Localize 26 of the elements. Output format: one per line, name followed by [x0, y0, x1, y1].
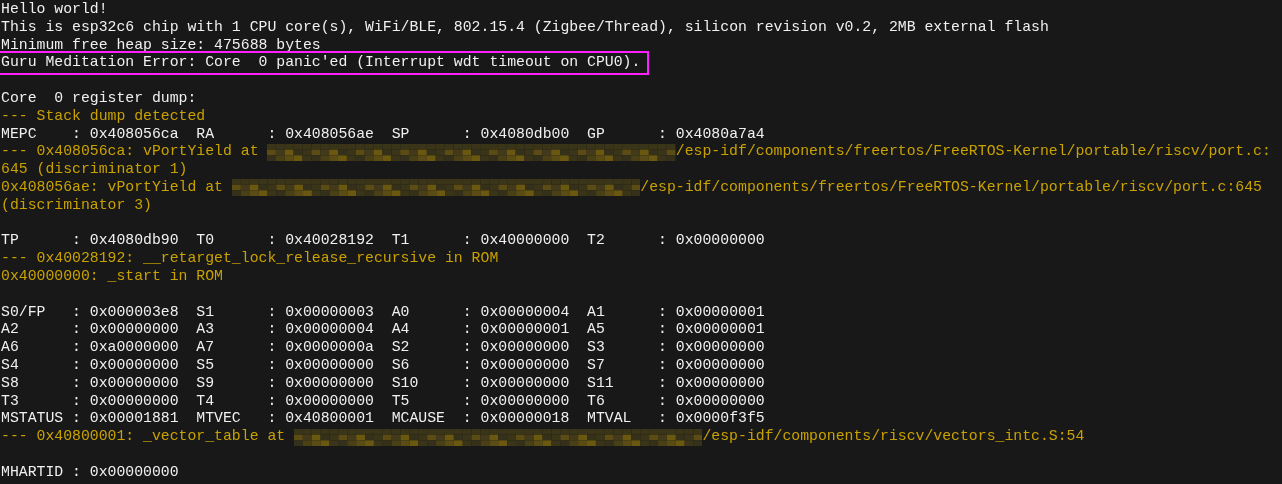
terminal-text: /esp-idf/components/freertos/FreeRTOS-Kernel/portable/riscv/port.c:645: [640, 178, 1262, 197]
terminal-line: Core 0 register dump:: [1, 90, 197, 108]
terminal-text: --- 0x408056ca: vPortYield at: [1, 143, 260, 162]
terminal-line: S4 : 0x00000000 S5 : 0x00000000 S6 : 0x00000000 S7 : 0x00000000: [1, 356, 765, 375]
terminal-line: 645 (discriminator 1): [1, 161, 188, 179]
terminal-line: A6 : 0xa0000000 A7 : 0x0000000a S2 : 0x00000000 S3 : 0x00000000: [1, 339, 765, 357]
terminal-line: MSTATUS : 0x00001881 MTVEC : 0x40800001 MCAUSE : 0x00000018 MTVAL : 0x0000f3f5: [1, 410, 765, 429]
terminal-line: Hello world!: [1, 1, 108, 19]
terminal-line: S8 : 0x00000000 S9 : 0x00000000 S10 : 0x00000000 S11 : 0x00000000: [1, 374, 765, 393]
terminal-line: Minimum free heap size: 475688 bytes: [1, 36, 321, 55]
terminal-line: S0/FP : 0x000003e8 S1 : 0x00000003 A0 : 0x00000004 A1 : 0x00000001: [1, 303, 765, 322]
terminal-line: MEPC : 0x408056ca RA : 0x408056ae SP : 0x4080db00 GP : 0x4080a7a4: [1, 125, 765, 144]
terminal-line: MHARTID : 0x00000000: [1, 463, 179, 482]
terminal-line: A2 : 0x00000000 A3 : 0x00000004 A4 : 0x00000001 A5 : 0x00000001: [1, 321, 765, 340]
terminal-text: /esp-idf/components/freertos/FreeRTOS-Kernel/portable/riscv/port.c:: [675, 143, 1271, 162]
terminal-line: (discriminator 3): [1, 196, 152, 215]
terminal-line: --- 0x40028192: __retarget_lock_release_recursive in ROM: [1, 250, 499, 268]
terminal-text: --- 0x40800001: _vector_table at: [1, 428, 287, 446]
terminal-text: 0x408056ae: vPortYield at: [1, 178, 224, 197]
terminal-text: /esp-idf/components/riscv/vectors_intc.S:54: [702, 428, 1085, 446]
terminal-line: 0x40000000: _start in ROM: [1, 267, 223, 286]
terminal-line: TP : 0x4080db90 T0 : 0x40028192 T1 : 0x40000000 T2 : 0x00000000: [1, 232, 765, 251]
terminal-line: T3 : 0x00000000 T4 : 0x00000000 T5 : 0x00000000 T6 : 0x00000000: [1, 392, 765, 411]
highlighted-line: Guru Meditation Error: Core 0 panic'ed (Interrupt wdt timeout on CPU0).: [1, 54, 647, 73]
terminal-line: This is esp32c6 chip with 1 CPU core(s), WiFi/BLE, 802.15.4 (Zigbee/Thread), silicon revision v0.2, 2MB external flash: [1, 18, 1049, 37]
terminal-line: --- Stack dump detected: [1, 107, 206, 126]
